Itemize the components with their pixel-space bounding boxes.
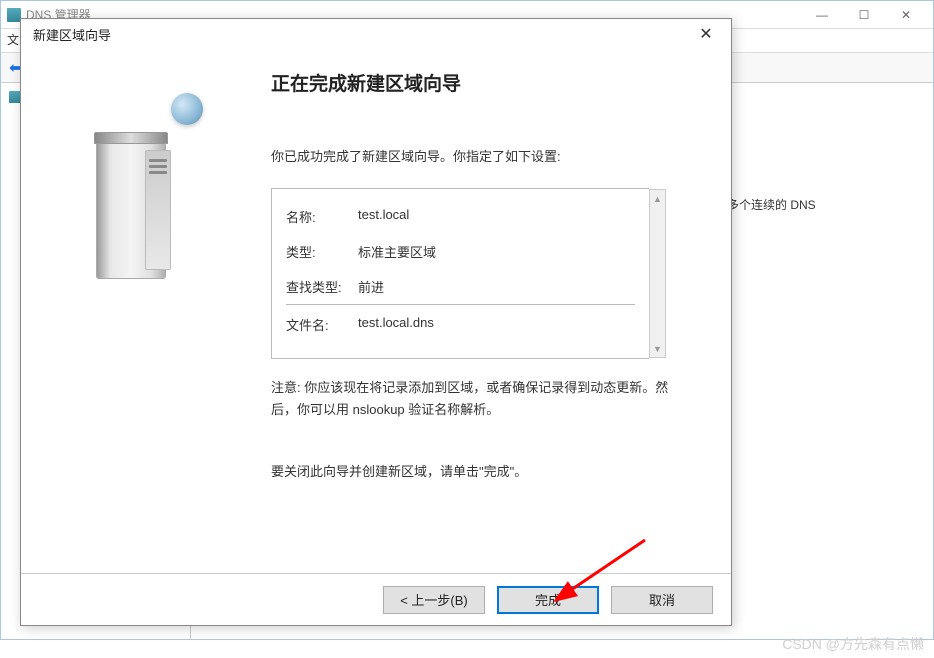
bg-description-text: 个或多个连续的 DNS <box>703 196 903 215</box>
wizard-body: 正在完成新建区域向导 你已成功完成了新建区域向导。你指定了如下设置: 名称: t… <box>21 49 731 573</box>
summary-label: 名称: <box>286 207 358 226</box>
wizard-footer: < 上一步(B) 完成 取消 <box>21 573 731 625</box>
watermark: CSDN @方先森有点懒 <box>782 634 924 654</box>
wizard-close-button[interactable]: ✕ <box>689 21 723 47</box>
scroll-down-icon[interactable]: ▼ <box>650 340 665 357</box>
bg-maximize-button[interactable]: ☐ <box>843 3 885 27</box>
bg-minimize-button[interactable]: — <box>801 3 843 27</box>
new-zone-wizard-dialog: 新建区域向导 ✕ 正在完成新建区域向导 你已成功完成了新建区域向导。你指定了如下… <box>20 18 732 626</box>
wizard-titlebar: 新建区域向导 ✕ <box>21 19 731 49</box>
back-button[interactable]: < 上一步(B) <box>383 586 485 614</box>
dns-icon <box>7 8 21 22</box>
bg-menu-item[interactable]: 文 <box>7 33 19 47</box>
summary-value: 前进 <box>358 277 635 296</box>
summary-row-file: 文件名: test.local.dns <box>286 307 635 342</box>
summary-value: 标准主要区域 <box>358 242 635 261</box>
cancel-button[interactable]: 取消 <box>611 586 713 614</box>
wizard-heading: 正在完成新建区域向导 <box>271 69 691 96</box>
scroll-up-icon[interactable]: ▲ <box>650 190 665 207</box>
summary-value: test.local <box>358 207 635 226</box>
summary-label: 文件名: <box>286 315 358 334</box>
summary-value: test.local.dns <box>358 315 635 334</box>
wizard-title: 新建区域向导 <box>33 25 111 44</box>
wizard-content-panel: 正在完成新建区域向导 你已成功完成了新建区域向导。你指定了如下设置: 名称: t… <box>251 59 731 573</box>
wizard-close-instruction: 要关闭此向导并创建新区域，请单击"完成"。 <box>271 461 691 483</box>
wizard-note-text: 注意: 你应该现在将记录添加到区域，或者确保记录得到动态更新。然后，你可以用 n… <box>271 377 691 421</box>
summary-label: 类型: <box>286 242 358 261</box>
wizard-graphic-panel <box>21 59 251 573</box>
wizard-intro-text: 你已成功完成了新建区域向导。你指定了如下设置: <box>271 146 691 168</box>
bg-close-button[interactable]: ✕ <box>885 3 927 27</box>
server-graphic <box>81 99 191 279</box>
finish-button[interactable]: 完成 <box>497 586 599 614</box>
summary-row-type: 类型: 标准主要区域 <box>286 234 635 269</box>
summary-row-lookup: 查找类型: 前进 <box>286 269 635 305</box>
summary-row-name: 名称: test.local <box>286 199 635 234</box>
summary-scrollbar[interactable]: ▲ ▼ <box>649 189 666 358</box>
globe-icon <box>171 93 203 125</box>
summary-label: 查找类型: <box>286 277 358 296</box>
summary-box: 名称: test.local 类型: 标准主要区域 查找类型: 前进 文件名: … <box>271 188 649 359</box>
